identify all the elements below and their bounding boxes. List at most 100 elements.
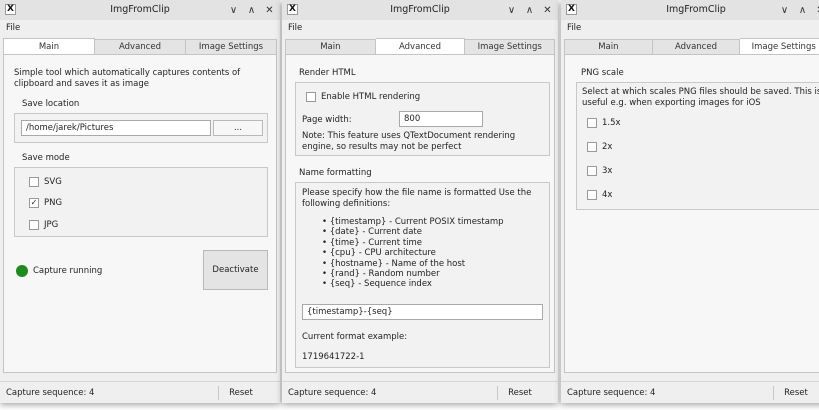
scale-2x-label: 2x	[602, 142, 613, 152]
name-formatting-label: Name formatting	[299, 168, 372, 178]
png-scale-description: Select at which scales PNG files should …	[582, 87, 819, 108]
render-html-group: Enable HTML rendering Page width: 800 No…	[295, 82, 550, 156]
status-bar: Capture sequence: 4 Reset	[561, 381, 819, 403]
scale-2x-row[interactable]: 2x	[587, 142, 612, 152]
jpg-label: JPG	[44, 220, 59, 230]
png-scale-group: Select at which scales PNG files should …	[576, 82, 819, 210]
definition-item: {hostname} - Name of the host	[322, 259, 504, 269]
png-checkbox-row[interactable]: ✓ PNG	[29, 198, 62, 208]
name-formatting-group: Please specify how the file name is form…	[295, 182, 550, 368]
minimize-icon[interactable]: ∨	[507, 5, 516, 16]
scale-4x-label: 4x	[602, 190, 613, 200]
tab-bar: Main Advanced Image Settings	[564, 38, 819, 55]
menu-bar: File	[282, 20, 558, 37]
format-field[interactable]: {timestamp}-{seq}	[302, 304, 543, 320]
format-example-label: Current format example:	[302, 332, 408, 342]
jpg-checkbox-row[interactable]: JPG	[29, 220, 58, 230]
deactivate-button[interactable]: Deactivate	[203, 250, 268, 290]
enable-html-label: Enable HTML rendering	[321, 92, 421, 102]
tab-bar: Main Advanced Image Settings	[285, 38, 556, 55]
tab-image-settings[interactable]: Image Settings	[465, 39, 556, 55]
status-bar: Capture sequence: 4 Reset	[282, 381, 558, 403]
enable-html-row[interactable]: Enable HTML rendering	[306, 92, 420, 102]
menu-file[interactable]: File	[6, 23, 20, 33]
tab-main[interactable]: Main	[3, 38, 95, 55]
scale-3x-checkbox[interactable]	[587, 166, 597, 176]
browse-button[interactable]: ...	[213, 120, 263, 136]
title-bar[interactable]: X ImgFromClip ∨ ∧ ✕	[282, 0, 558, 20]
close-icon[interactable]: ✕	[543, 5, 552, 16]
definition-item: {time} - Current time	[322, 238, 504, 248]
definition-item: {seq} - Sequence index	[322, 279, 504, 289]
reset-button[interactable]: Reset	[498, 385, 542, 401]
svg-label: SVG	[44, 177, 62, 187]
png-scale-label: PNG scale	[581, 68, 624, 78]
png-label: PNG	[44, 198, 63, 208]
tab-advanced[interactable]: Advanced	[652, 39, 741, 55]
tab-advanced[interactable]: Advanced	[95, 39, 186, 55]
definition-item: {date} - Current date	[322, 227, 504, 237]
maximize-icon[interactable]: ∧	[247, 5, 256, 16]
format-example-value: 1719641722-1	[302, 352, 365, 362]
maximize-icon[interactable]: ∧	[798, 5, 807, 16]
image-settings-panel: PNG scale Select at which scales PNG fil…	[564, 54, 819, 373]
save-mode-label: Save mode	[22, 153, 70, 163]
minimize-icon[interactable]: ∨	[229, 5, 238, 16]
menu-bar: File	[0, 20, 280, 37]
tab-image-settings[interactable]: Image Settings	[186, 39, 277, 55]
definition-item: {rand} - Random number	[322, 269, 504, 279]
save-location-group: /home/jarek/Pictures ...	[14, 113, 268, 143]
close-icon[interactable]: ✕	[265, 5, 274, 16]
scale-4x-checkbox[interactable]	[587, 190, 597, 200]
main-panel: Simple tool which automatically captures…	[3, 54, 277, 373]
definition-item: {cpu} - CPU architecture	[322, 248, 504, 258]
scale-1-5x-row[interactable]: 1.5x	[587, 118, 621, 128]
menu-file[interactable]: File	[567, 23, 581, 33]
page-width-label: Page width:	[302, 115, 352, 125]
png-checkbox[interactable]: ✓	[29, 198, 39, 208]
maximize-icon[interactable]: ∧	[525, 5, 534, 16]
main-description: Simple tool which automatically captures…	[14, 68, 241, 89]
svg-checkbox-row[interactable]: SVG	[29, 177, 62, 187]
scale-3x-label: 3x	[602, 166, 613, 176]
status-bar: Capture sequence: 4 Reset	[0, 381, 280, 403]
save-location-label: Save location	[22, 99, 80, 109]
menu-file[interactable]: File	[288, 23, 302, 33]
format-description: Please specify how the file name is form…	[302, 188, 532, 209]
capture-sequence: Capture sequence: 4	[567, 388, 656, 398]
minimize-icon[interactable]: ∨	[780, 5, 789, 16]
title-bar[interactable]: X ImgFromClip ∨ ∧ ✕	[0, 0, 280, 20]
advanced-panel: Render HTML Enable HTML rendering Page w…	[285, 54, 555, 373]
capture-sequence: Capture sequence: 4	[6, 388, 95, 398]
jpg-checkbox[interactable]	[29, 220, 39, 230]
render-note: Note: This feature uses QTextDocument re…	[302, 131, 516, 152]
scale-1-5x-label: 1.5x	[602, 118, 621, 128]
page-width-field[interactable]: 800	[399, 111, 483, 127]
render-html-label: Render HTML	[299, 68, 356, 78]
reset-button[interactable]: Reset	[774, 385, 818, 401]
menu-bar: File	[561, 20, 819, 37]
scale-4x-row[interactable]: 4x	[587, 190, 612, 200]
definition-item: {timestamp} - Current POSIX timestamp	[322, 217, 504, 227]
reset-button[interactable]: Reset	[219, 385, 263, 401]
scale-1-5x-checkbox[interactable]	[587, 118, 597, 128]
window-image-settings: X ImgFromClip ∨ ∧ ✕ File Main Advanced I…	[561, 0, 819, 403]
scale-3x-row[interactable]: 3x	[587, 166, 612, 176]
capture-status-indicator	[16, 265, 28, 277]
tab-advanced[interactable]: Advanced	[375, 38, 466, 55]
enable-html-checkbox[interactable]	[306, 92, 316, 102]
tab-image-settings[interactable]: Image Settings	[740, 38, 819, 55]
tab-bar: Main Advanced Image Settings	[3, 38, 277, 55]
window-main: X ImgFromClip ∨ ∧ ✕ File Main Advanced I…	[0, 0, 280, 403]
capture-status-label: Capture running	[33, 266, 103, 276]
capture-sequence: Capture sequence: 4	[288, 388, 377, 398]
title-bar[interactable]: X ImgFromClip ∨ ∧ ✕	[561, 0, 819, 20]
window-advanced: X ImgFromClip ∨ ∧ ✕ File Main Advanced I…	[282, 0, 558, 403]
svg-checkbox[interactable]	[29, 177, 39, 187]
tab-main[interactable]: Main	[564, 39, 653, 55]
tab-main[interactable]: Main	[285, 39, 376, 55]
format-definitions: {timestamp} - Current POSIX timestamp {d…	[322, 217, 504, 290]
scale-2x-checkbox[interactable]	[587, 142, 597, 152]
save-path-field[interactable]: /home/jarek/Pictures	[21, 120, 211, 136]
save-mode-group: SVG ✓ PNG JPG	[14, 167, 268, 237]
